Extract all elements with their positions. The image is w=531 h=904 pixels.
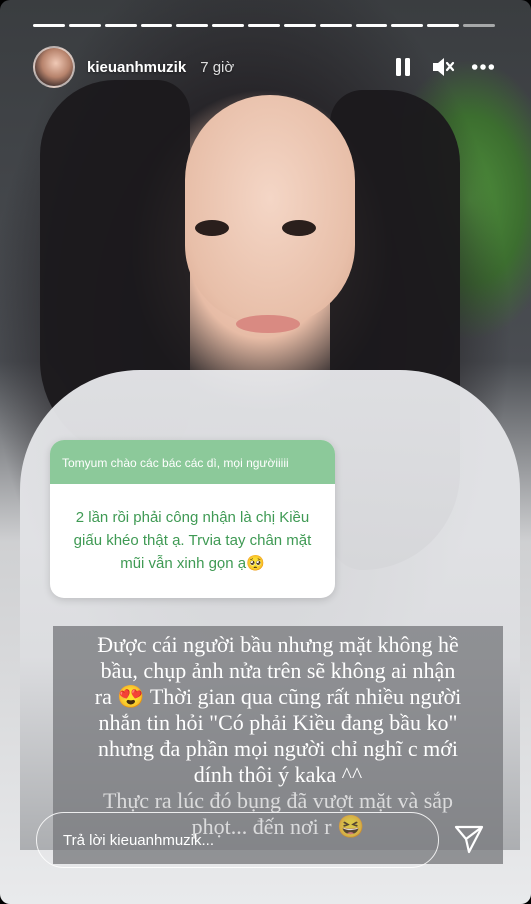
username[interactable]: kieuanhmuzik bbox=[87, 59, 186, 76]
send-icon[interactable] bbox=[452, 822, 486, 856]
caption-line: Thực ra lúc đó bụng đã vượt mặt và sắp bbox=[102, 788, 454, 813]
photo-lips bbox=[236, 315, 300, 333]
more-icon[interactable] bbox=[471, 55, 495, 79]
photo-eye bbox=[195, 220, 229, 236]
avatar[interactable] bbox=[33, 46, 75, 88]
progress-segment bbox=[319, 24, 352, 27]
story-header: kieuanhmuzik 7 giờ bbox=[33, 44, 495, 90]
story-controls bbox=[391, 55, 495, 79]
progress-segment bbox=[212, 24, 245, 27]
progress-segment bbox=[176, 24, 209, 27]
reply-placeholder: Trả lời kieuanhmuzik... bbox=[63, 831, 214, 849]
story-progress-bar bbox=[33, 24, 495, 27]
caption-line: dính thôi ý kaka ^^ bbox=[193, 762, 363, 787]
progress-segment bbox=[391, 24, 424, 27]
progress-segment bbox=[140, 24, 173, 27]
photo-face bbox=[185, 95, 355, 325]
reply-input[interactable]: Trả lời kieuanhmuzik... bbox=[36, 812, 439, 868]
question-text: Tomyum chào các bác các dì, mọi ngườiiii… bbox=[50, 440, 335, 484]
progress-segment bbox=[33, 24, 65, 27]
progress-segment bbox=[248, 24, 280, 27]
caption-line: bầu, chụp ảnh nửa trên sẽ không ai nhận bbox=[100, 658, 456, 683]
post-time: 7 giờ bbox=[200, 58, 235, 76]
progress-segment bbox=[68, 24, 101, 27]
pause-icon[interactable] bbox=[391, 55, 415, 79]
progress-segment bbox=[104, 24, 137, 27]
story-viewer: kieuanhmuzik 7 giờ Tomyum chào các bác c… bbox=[0, 0, 531, 904]
caption-line: nhắn tin hỏi "Có phải Kiều đang bầu ko" bbox=[98, 710, 458, 735]
photo-eye bbox=[282, 220, 316, 236]
caption-line: ra 😍 Thời gian qua cũng rất nhiều người bbox=[94, 684, 462, 709]
caption-line: Được cái người bầu nhưng mặt không hề bbox=[97, 632, 459, 657]
volume-muted-icon[interactable] bbox=[431, 55, 455, 79]
question-answer: 2 lần rồi phải công nhận là chị Kiều giấ… bbox=[73, 509, 312, 572]
progress-segment bbox=[463, 24, 495, 27]
progress-segment bbox=[427, 24, 460, 27]
caption-line: nhưng đa phần mọi người chỉ nghĩ c mới bbox=[98, 736, 458, 761]
question-sticker: Tomyum chào các bác các dì, mọi ngườiiii… bbox=[50, 440, 335, 598]
progress-segment bbox=[355, 24, 388, 27]
progress-segment bbox=[283, 24, 316, 27]
